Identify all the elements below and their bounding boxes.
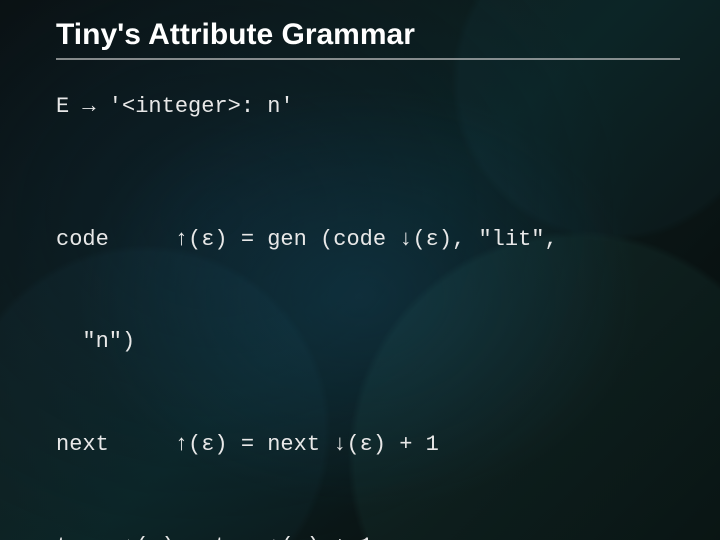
slide-title: Tiny's Attribute Grammar — [56, 18, 680, 52]
attr-line: code ↑(ε) = gen (code ↓(ε), "lit", — [56, 223, 680, 257]
title-underline — [56, 58, 680, 60]
attr-line: "n") — [56, 325, 680, 359]
attr-line: top ↑(ε) = top ↓(ε) + 1 — [56, 530, 680, 540]
attribute-equations: code ↑(ε) = gen (code ↓(ε), "lit", "n") … — [56, 155, 680, 540]
attr-line: next ↑(ε) = next ↓(ε) + 1 — [56, 428, 680, 462]
grammar-rule: E → '<integer>: n' — [56, 94, 680, 119]
slide: Tiny's Attribute Grammar E → '<integer>:… — [0, 0, 720, 540]
